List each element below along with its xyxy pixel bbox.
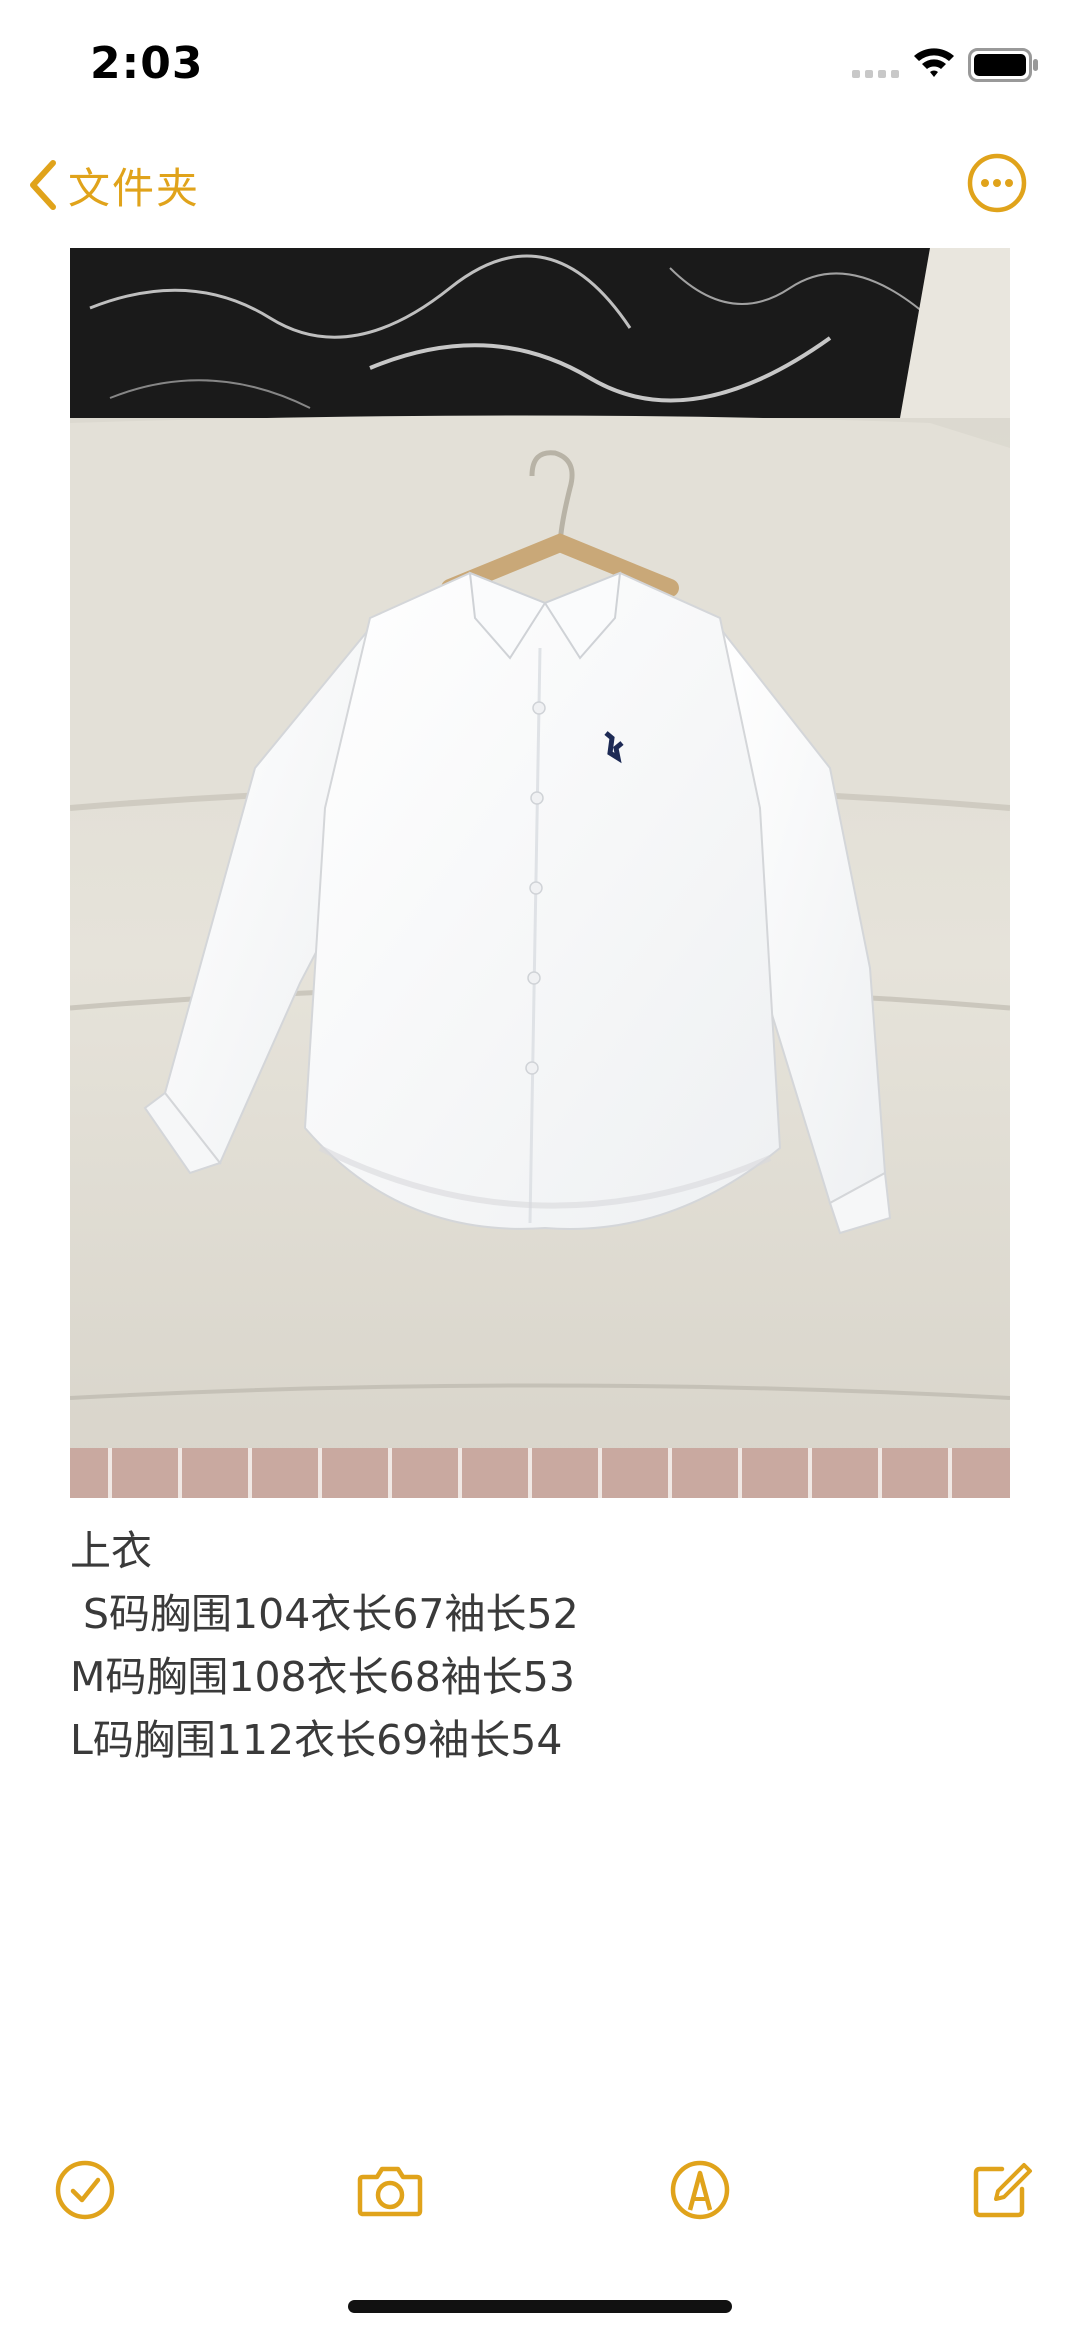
note-photo-attachment[interactable] bbox=[70, 248, 1010, 1498]
back-label: 文件夹 bbox=[68, 163, 201, 213]
home-indicator[interactable] bbox=[348, 2300, 732, 2313]
wifi-icon bbox=[914, 48, 954, 77]
navigation-bar: 文件夹 bbox=[0, 140, 1080, 230]
compose-icon[interactable] bbox=[966, 2155, 1036, 2225]
status-time: 2:03 bbox=[90, 38, 204, 89]
cellular-signal-icon bbox=[852, 70, 899, 78]
shirt-photo bbox=[70, 248, 1010, 1498]
status-bar: 2:03 bbox=[0, 0, 1080, 130]
camera-icon[interactable] bbox=[355, 2155, 425, 2225]
bottom-toolbar bbox=[0, 2155, 1080, 2225]
chevron-left-icon bbox=[30, 160, 56, 210]
back-to-folders-button[interactable]: 文件夹 bbox=[28, 154, 200, 216]
ellipsis-circle-icon[interactable] bbox=[966, 152, 1028, 214]
battery-icon bbox=[968, 48, 1038, 82]
note-title-line: 上衣 bbox=[70, 1527, 152, 1575]
note-body[interactable]: 上衣 S码胸围104衣长67袖长52 M码胸围108衣长68袖长53 L码胸围1… bbox=[70, 1520, 1010, 1772]
notes-screen: 2:03 文件夹 上衣 S码胸围104衣长67袖长52 M码胸围108衣长68袖… bbox=[0, 0, 1080, 2337]
note-line-size-s: S码胸围104衣长67袖长52 bbox=[70, 1590, 579, 1638]
note-line-size-m: M码胸围108衣长68袖长53 bbox=[70, 1653, 575, 1701]
note-line-size-l: L码胸围112衣长69袖长54 bbox=[70, 1716, 563, 1764]
pen-tip-circle-icon[interactable] bbox=[665, 2155, 735, 2225]
checkmark-circle-icon[interactable] bbox=[50, 2155, 120, 2225]
